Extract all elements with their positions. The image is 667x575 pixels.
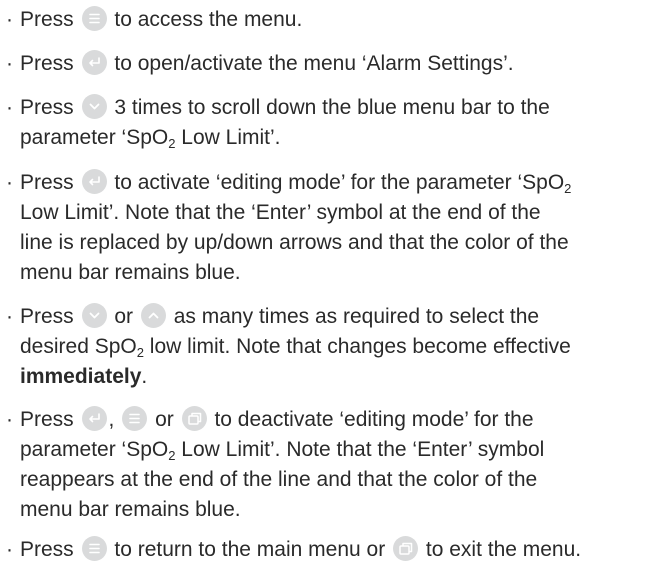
- list-item: · Press to activate ‘editing mode’ for th…: [6, 169, 572, 284]
- chevron-up-icon: [140, 303, 166, 329]
- enter-icon: [81, 406, 107, 432]
- enter-icon: [81, 169, 107, 195]
- enter-icon: [81, 50, 107, 76]
- chevron-down-icon: [81, 94, 107, 120]
- list-item: · Press to open/activate the menu ‘Alarm …: [6, 50, 514, 76]
- menu-icon: [81, 6, 107, 32]
- list-item: · Press or as many times as required to s…: [6, 303, 571, 388]
- menu-icon: [122, 406, 148, 432]
- menu-icon: [81, 536, 107, 562]
- list-item: · Press , or to deactivate ‘editing mode’…: [6, 406, 545, 521]
- chevron-down-icon: [81, 303, 107, 329]
- list-item: · Press to return to the main menu or to …: [6, 536, 582, 562]
- list-item: · Press to access the menu.: [6, 6, 303, 32]
- exit-window-icon: [393, 536, 419, 562]
- exit-window-icon: [181, 406, 207, 432]
- list-item: · Press 3 times to scroll down the blue m…: [6, 94, 550, 151]
- instruction-list: · Press to access the menu. · Press to ope…: [0, 0, 667, 575]
